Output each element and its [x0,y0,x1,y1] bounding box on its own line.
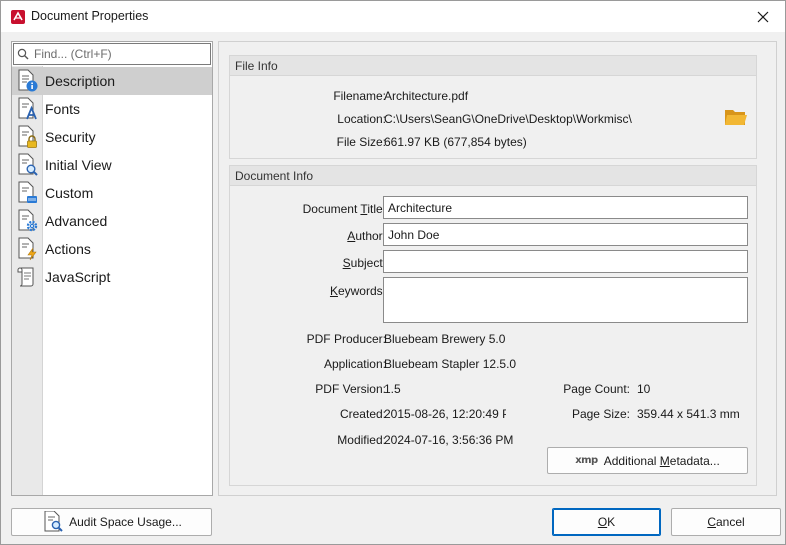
additional-metadata-button[interactable]: xmp Additional Metadata... [547,447,748,474]
window-title: Document Properties [31,9,149,23]
created-value: 2015-08-26, 12:20:49 PM [384,407,506,421]
cancel-button[interactable]: Cancel [671,508,781,536]
page-size-label: Page Size: [571,407,630,421]
sidebar-item-label: Description [45,73,116,89]
find-input[interactable] [32,46,208,62]
document-info-group: Document Info Document Title: Author: Su… [229,165,757,486]
document-title-input[interactable] [383,196,748,219]
description-panel: File Info Filename: Architecture.pdf Loc… [218,41,777,496]
xmp-icon: xmp [575,455,598,466]
created-label: Created: [339,407,386,421]
sidebar-item-fonts[interactable]: Fonts [12,95,212,123]
security-lock-doc-icon [18,125,37,148]
sidebar-item-description[interactable]: Description [12,67,212,95]
sidebar-item-actions[interactable]: Actions [12,235,212,263]
file-info-header: File Info [230,56,756,76]
category-list: Description Fonts Security Initial View … [12,67,212,291]
open-folder-icon[interactable] [724,106,748,128]
author-input[interactable] [383,223,748,246]
title-bar: Document Properties [1,1,785,32]
page-count-value: 10 [637,382,651,396]
audit-space-usage-label: Audit Space Usage... [69,515,182,529]
sidebar-item-javascript[interactable]: JavaScript [12,263,212,291]
fonts-doc-icon [18,97,37,120]
filesize-label: File Size: [336,135,386,149]
document-info-header: Document Info [230,166,756,186]
sidebar-item-label: JavaScript [45,269,111,285]
pdf-version-value: 1.5 [384,382,401,396]
application-value: Bluebeam Stapler 12.5.0 [384,357,517,371]
sidebar-item-initial-view[interactable]: Initial View [12,151,212,179]
ok-button[interactable]: OK [552,508,661,536]
filename-label: Filename: [333,89,386,103]
location-value: C:\Users\SeanG\OneDrive\Desktop\Workmisc… [384,112,632,126]
pdf-app-icon [10,9,26,25]
sidebar-item-label: Initial View [45,157,112,173]
sidebar-item-advanced[interactable]: Advanced [12,207,212,235]
javascript-scroll-icon [17,267,34,287]
subject-input[interactable] [383,250,748,273]
find-box[interactable] [13,43,211,65]
category-sidebar: Description Fonts Security [11,41,213,496]
application-label: Application: [323,357,386,371]
location-label: Location: [337,112,386,126]
advanced-gear-doc-icon [18,209,38,232]
ok-label: OK [597,515,616,529]
sidebar-item-label: Security [45,129,96,145]
close-button[interactable] [741,1,785,32]
keywords-label: Keywords: [329,284,386,298]
pdf-producer-value: Bluebeam Brewery 5.0 [384,332,506,346]
sidebar-item-custom[interactable]: Custom [12,179,212,207]
audit-space-usage-button[interactable]: Audit Space Usage... [11,508,212,536]
sidebar-item-security[interactable]: Security [12,123,212,151]
initial-view-magnifier-doc-icon [18,153,38,176]
sidebar-item-label: Custom [45,185,94,201]
actions-lightning-doc-icon [18,237,37,261]
sidebar-item-label: Actions [45,241,91,257]
subject-label: Subject: [342,256,386,270]
modified-label: Modified: [337,433,386,447]
sidebar-item-label: Advanced [45,213,108,229]
custom-doc-icon [18,181,37,203]
sidebar-item-label: Fonts [45,101,81,117]
page-size-value: 359.44 x 541.3 mm [637,407,740,421]
page-count-label: Page Count: [563,382,630,396]
filename-value: Architecture.pdf [384,89,469,103]
document-properties-dialog: Document Properties Find... (Ctrl+F) Des… [0,0,786,545]
audit-doc-magnifier-icon [44,511,63,532]
modified-value: 2024-07-16, 3:56:36 PM [384,433,514,447]
keywords-input[interactable] [383,277,748,323]
document-title-label: Document Title: [302,202,386,216]
filesize-value: 661.97 KB (677,854 bytes) [384,135,527,149]
file-info-group: File Info Filename: Architecture.pdf Loc… [229,55,757,159]
author-label: Author: [347,229,386,243]
pdf-version-label: PDF Version: [315,382,386,396]
pdf-producer-label: PDF Producer: [306,332,386,346]
close-icon [757,11,769,22]
search-icon [17,48,29,60]
additional-metadata-label: Additional Metadata... [603,453,720,468]
cancel-label: Cancel [707,515,745,529]
description-doc-icon [18,69,38,92]
